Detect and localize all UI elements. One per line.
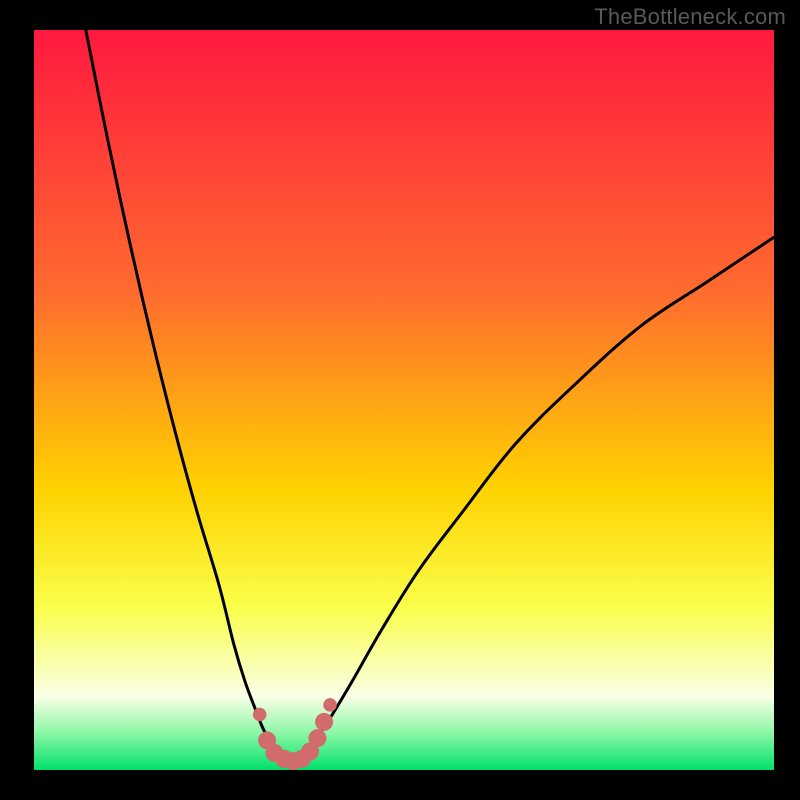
bottom-marker — [315, 713, 333, 731]
bottom-marker — [253, 708, 267, 722]
chart-frame: TheBottleneck.com — [0, 0, 800, 800]
watermark-text: TheBottleneck.com — [594, 4, 786, 30]
bottom-marker — [308, 729, 326, 747]
chart-svg — [34, 30, 774, 770]
bottom-marker — [323, 698, 337, 712]
plot-area — [34, 30, 774, 770]
gradient-background — [34, 30, 774, 770]
